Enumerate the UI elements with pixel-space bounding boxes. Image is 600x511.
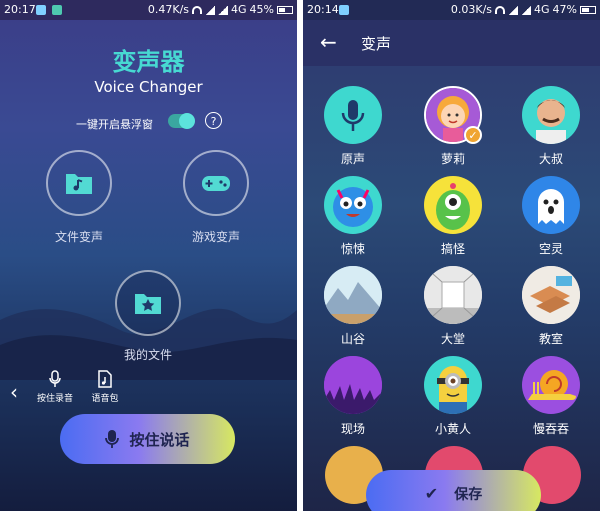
ghost-icon [522,176,580,234]
notification-icon [52,5,62,15]
voice-name: 原声 [340,152,365,166]
game-voice-label: 游戏变声 [191,230,240,244]
voice-pack-label: 语音包 [91,394,119,404]
wifi-icon [192,6,203,14]
voice-item-loli[interactable]: ✓ 萝莉 [418,86,488,167]
network-speed: 0.47K/s [147,3,190,16]
hold-to-talk-label: 按住说话 [129,430,190,449]
status-time: 20:17 [4,3,36,16]
save-label: 保存 [454,487,483,503]
hold-record-tool[interactable]: 按住录音 [30,370,80,404]
game-voice-button[interactable] [183,150,249,216]
voice-effects-screen: 20:14 0.03K/s 4G 47% ← 变声 原声 ✓ 萝莉 大叔 惊悚 … [303,0,600,511]
voice-name: 大叔 [538,152,563,166]
status-bar: 20:14 0.03K/s 4G 47% [303,0,600,20]
star-folder-icon [135,294,161,314]
my-files-button[interactable] [115,270,181,336]
voice-name: 搞怪 [440,242,465,256]
voice-item-live[interactable]: 现场 [318,356,388,437]
notification-icon [36,5,46,15]
toggle-knob [179,113,195,129]
hold-record-label: 按住录音 [36,394,73,404]
voice-item-minion[interactable]: 小黄人 [418,356,488,437]
microphone-icon [105,430,120,448]
signal-icon [521,5,532,15]
microphone-icon [324,86,382,144]
floating-window-toggle[interactable] [168,113,195,129]
voice-item-funny[interactable]: 搞怪 [418,176,488,257]
voice-item-original[interactable]: 原声 [318,86,388,167]
blue-monster-icon [324,176,382,234]
network-type: 4G [534,3,550,16]
microphone-icon [49,370,61,387]
music-folder-icon [66,174,92,194]
wifi-icon [495,6,506,14]
top-app-bar: ← 变声 [303,20,600,66]
file-voice-label: 文件变声 [54,230,103,244]
voice-name: 小黄人 [434,422,471,436]
voice-name: 大堂 [440,332,465,346]
classroom-scene-icon [522,266,580,324]
gamepad-icon [202,176,230,191]
voice-item-uncle[interactable]: 大叔 [516,86,586,167]
voice-item-hall[interactable]: 大堂 [418,266,488,347]
music-file-icon [98,370,112,388]
voice-name: 空灵 [538,242,563,256]
signal-icon [218,5,229,15]
save-button[interactable]: ✔ 保存 [366,470,541,511]
voice-item-valley[interactable]: 山谷 [318,266,388,347]
file-voice-button[interactable] [46,150,112,216]
help-button[interactable]: ? [205,112,222,129]
voice-name: 现场 [340,422,365,436]
battery-icon [580,6,596,14]
voice-name: 山谷 [340,332,365,346]
floating-window-label: 一键开启悬浮窗 [76,118,153,131]
battery-icon [277,6,293,14]
collapse-chevron-icon[interactable]: ‹ [10,380,18,404]
checkmark-icon: ✔ [424,484,439,503]
voice-item-slow[interactable]: 慢吞吞 [516,356,586,437]
selected-check-icon: ✓ [464,126,482,144]
back-arrow-icon[interactable]: ← [320,30,337,54]
voice-name: 惊悚 [340,242,365,256]
voice-item-classroom[interactable]: 教室 [516,266,586,347]
girl-avatar-icon: ✓ [424,86,482,144]
concert-scene-icon [324,356,382,414]
status-bar: 20:17 0.47K/s 4G 45% [0,0,297,20]
man-avatar-icon [522,86,580,144]
network-speed: 0.03K/s [450,3,493,16]
hold-to-talk-button[interactable]: 按住说话 [60,414,235,464]
voice-changer-home-screen: 20:17 0.47K/s 4G 45% 变声器 Voice Changer 一… [0,0,297,511]
voice-pack-tool[interactable]: 语音包 [80,370,130,404]
network-type: 4G [231,3,247,16]
voice-name: 萝莉 [440,152,465,166]
my-files-label: 我的文件 [123,348,172,362]
voice-name: 教室 [538,332,563,346]
minion-icon [424,356,482,414]
app-title: 变声器 [112,48,185,76]
voice-name: 慢吞吞 [532,422,569,436]
green-monster-icon [424,176,482,234]
battery-percent: 45% [249,3,274,16]
signal-icon [508,5,519,15]
page-title: 变声 [361,35,392,53]
signal-icon [205,5,216,15]
voice-item-thriller[interactable]: 惊悚 [318,176,388,257]
mountain-scene-icon [324,266,382,324]
battery-percent: 47% [552,3,577,16]
voice-item-ethereal[interactable]: 空灵 [516,176,586,257]
status-time: 20:14 [307,3,339,16]
hall-scene-icon [424,266,482,324]
notification-icon [339,5,349,15]
app-subtitle: Voice Changer [94,78,203,96]
snail-icon [522,356,580,414]
